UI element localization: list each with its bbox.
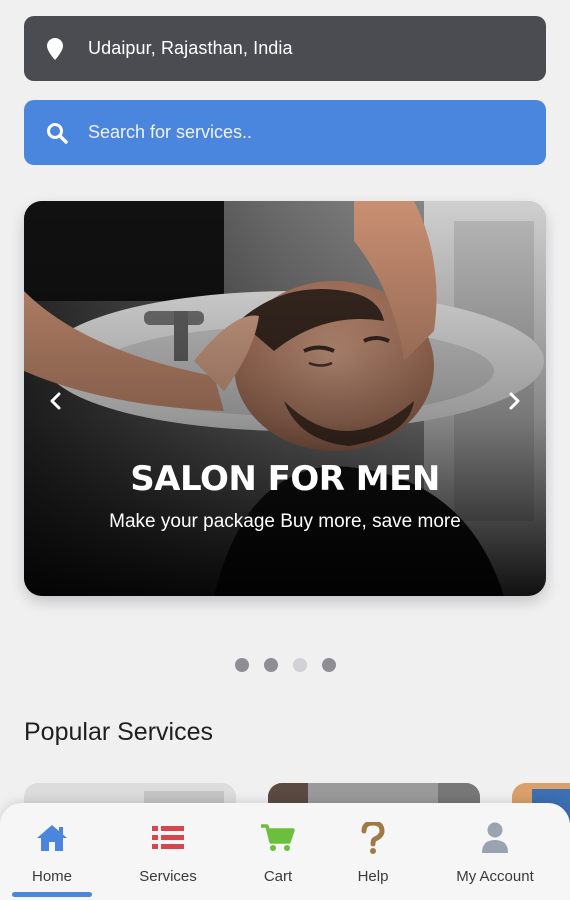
cart-icon xyxy=(261,821,295,855)
carousel-dot-2[interactable] xyxy=(264,658,278,672)
chevron-right-icon xyxy=(509,392,520,410)
chevron-left-icon xyxy=(50,392,61,410)
location-text: Udaipur, Rajasthan, India xyxy=(88,38,293,58)
carousel-dots xyxy=(235,658,336,672)
map-pin-icon xyxy=(46,37,64,60)
nav-item-services[interactable]: Services xyxy=(113,821,223,885)
active-tab-indicator xyxy=(12,892,92,897)
nav-item-home[interactable]: Home xyxy=(0,821,107,885)
list-icon xyxy=(152,821,184,855)
search-input[interactable] xyxy=(88,122,508,143)
nav-item-help[interactable]: Help xyxy=(318,821,428,885)
carousel-dot-3[interactable] xyxy=(293,658,307,672)
home-icon xyxy=(35,821,69,855)
popular-services-title: Popular Services xyxy=(24,718,213,746)
nav-label-services: Services xyxy=(139,868,197,885)
user-icon xyxy=(481,821,509,855)
location-bar[interactable]: Udaipur, Rajasthan, India xyxy=(24,16,546,81)
nav-item-cart[interactable]: Cart xyxy=(223,821,333,885)
carousel-prev-button[interactable] xyxy=(42,387,70,415)
banner-subtitle: Make your package Buy more, save more xyxy=(109,511,461,532)
banner-image xyxy=(24,201,546,596)
nav-item-my-account[interactable]: My Account xyxy=(440,821,550,885)
banner-title: SALON FOR MEN xyxy=(130,459,440,499)
question-icon xyxy=(361,821,385,855)
bottom-navigation: Home Services Cart Help My Account xyxy=(0,803,570,900)
search-bar[interactable] xyxy=(24,100,546,165)
carousel-next-button[interactable] xyxy=(500,387,528,415)
nav-label-cart: Cart xyxy=(263,868,293,885)
nav-label-my-account: My Account xyxy=(456,868,534,885)
search-icon xyxy=(46,122,68,144)
nav-label-home: Home xyxy=(31,868,72,885)
nav-label-help: Help xyxy=(357,868,389,885)
carousel-dot-4[interactable] xyxy=(322,658,336,672)
banner-carousel[interactable]: SALON FOR MEN Make your package Buy more… xyxy=(24,201,546,596)
carousel-dot-1[interactable] xyxy=(235,658,249,672)
